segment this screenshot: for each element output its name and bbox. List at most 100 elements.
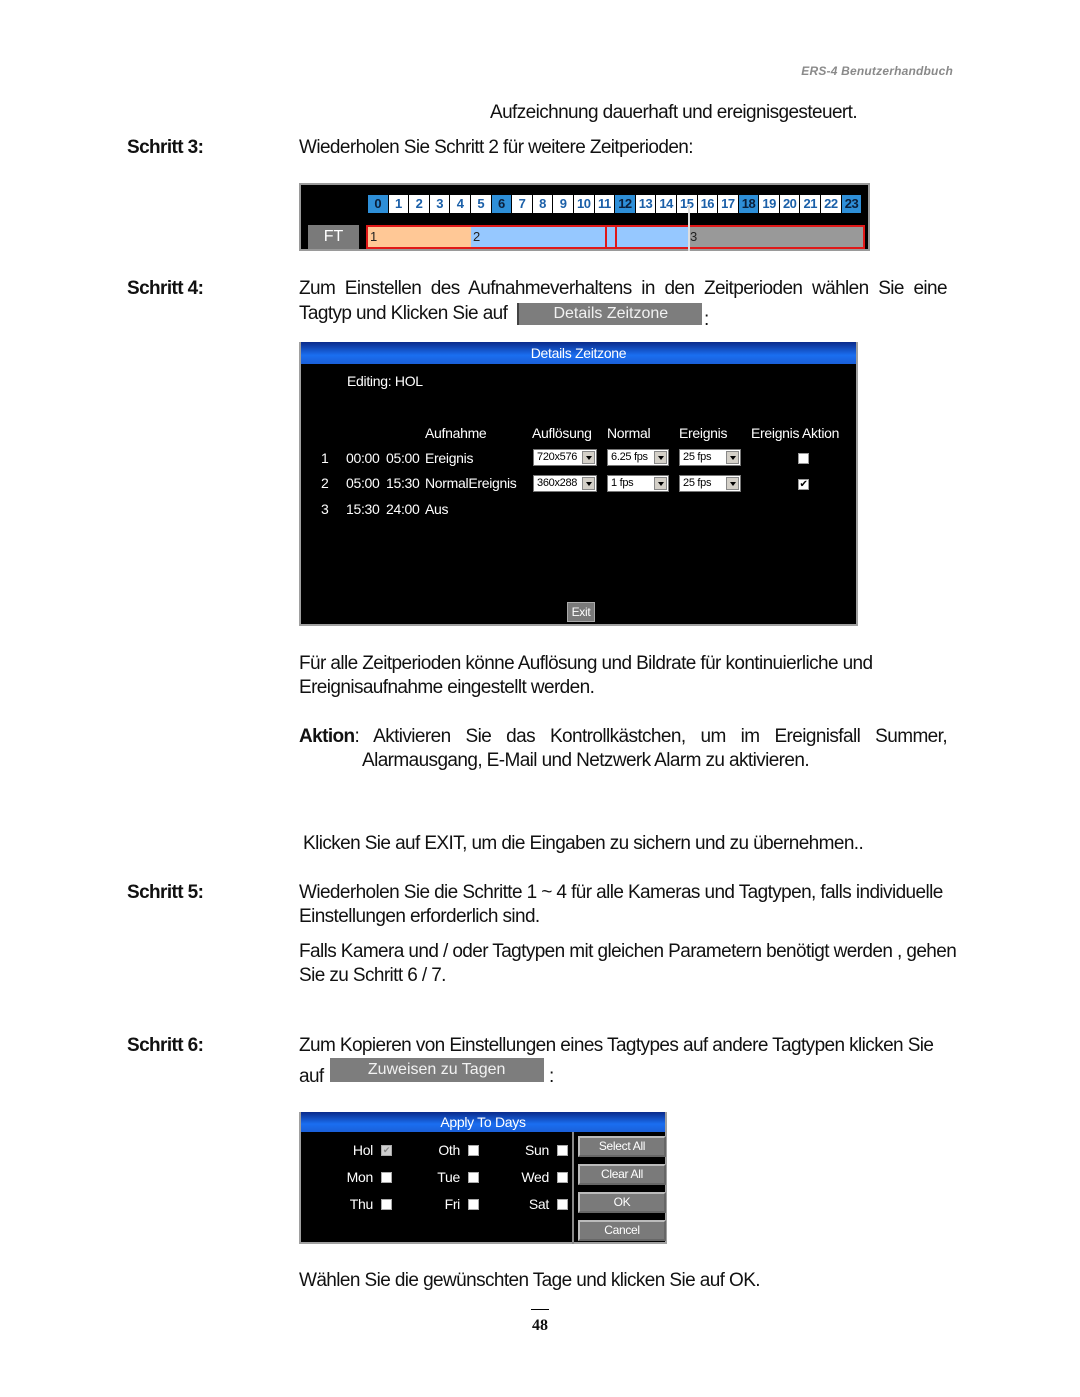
- aktion-line1: Aktion: Aktivieren Sie das Kontrollkästc…: [299, 726, 948, 748]
- hour-cell-18[interactable]: 18: [738, 195, 759, 213]
- aktion-text-line2: Alarmausgang, E-Mail und Netzwerk Alarm …: [362, 750, 810, 771]
- hour-cell-22[interactable]: 22: [821, 195, 841, 213]
- period-segment-2[interactable]: 2: [471, 225, 688, 249]
- chevron-down-icon[interactable]: [582, 477, 595, 490]
- hour-cell-9[interactable]: 9: [553, 195, 573, 213]
- zuweisen-zu-tagen-button[interactable]: Zuweisen zu Tagen: [329, 1058, 544, 1082]
- hour-cell-8[interactable]: 8: [532, 195, 553, 213]
- select-all-button[interactable]: Select All: [578, 1136, 666, 1157]
- step5-line1: Wiederholen Sie die Schritte 1 ~ 4 für a…: [299, 882, 943, 903]
- hour-cell-4[interactable]: 4: [450, 195, 470, 213]
- hour-cell-14[interactable]: 14: [656, 195, 676, 213]
- hour-cell-21[interactable]: 21: [800, 195, 821, 213]
- hour-cell-19[interactable]: 19: [759, 195, 779, 213]
- period-segment-1[interactable]: 1: [368, 227, 471, 247]
- step4-label: Schritt 4:: [127, 278, 204, 299]
- step6-prefix: auf: [299, 1066, 324, 1087]
- event-fps-select[interactable]: 25 fps: [679, 449, 741, 466]
- document-header-title: ERS-4 Benutzerhandbuch: [801, 64, 953, 78]
- row-mode: Aus: [425, 501, 449, 517]
- chevron-down-icon[interactable]: [582, 451, 595, 464]
- page-number: 48: [532, 1317, 548, 1334]
- column-header-ereignis-aktion: Ereignis Aktion: [751, 425, 840, 441]
- row-mode: NormalEreignis: [425, 475, 517, 491]
- row-mode: Ereignis: [425, 450, 474, 466]
- day-checkbox-thu[interactable]: [381, 1199, 392, 1210]
- hour-cell-11[interactable]: 11: [594, 195, 615, 213]
- hour-cell-0[interactable]: 0: [368, 195, 388, 213]
- step5-label: Schritt 5:: [127, 882, 204, 903]
- row-number: 1: [321, 450, 329, 466]
- step4-text-line2-text: Tagtyp und Klicken Sie auf: [299, 303, 508, 324]
- day-label-oth: Oth: [438, 1142, 460, 1158]
- day-checkbox-hol: ✔: [381, 1145, 392, 1156]
- hour-cell-6[interactable]: 6: [491, 195, 512, 213]
- column-header-aufloesung: Auflösung: [532, 425, 592, 441]
- aktion-text-line1: : Aktivieren Sie das Kontrollkästchen, u…: [354, 726, 948, 747]
- final-note: Wählen Sie die gewünschten Tage und klic…: [299, 1270, 761, 1291]
- column-header-ereignis: Ereignis: [679, 425, 728, 441]
- normal-fps-select[interactable]: 6.25 fps: [607, 449, 669, 466]
- day-label-sun: Sun: [524, 1142, 549, 1158]
- hour-cell-16[interactable]: 16: [697, 195, 718, 213]
- hour-cell-15[interactable]: 15: [676, 195, 697, 213]
- period-drag-handle[interactable]: [605, 225, 617, 249]
- event-fps-value: 25 fps: [683, 477, 712, 489]
- day-type-button[interactable]: FT: [308, 225, 359, 249]
- ok-button[interactable]: OK: [578, 1192, 666, 1213]
- day-label-mon: Mon: [346, 1169, 374, 1185]
- day-checkbox-wed[interactable]: [557, 1172, 568, 1183]
- day-checkbox-oth[interactable]: [468, 1145, 479, 1156]
- resolution-para-line2: Ereignisaufnahme eingestellt werden.: [299, 677, 595, 698]
- step6-label: Schritt 6:: [127, 1035, 204, 1056]
- page-number-rule: [531, 1309, 549, 1310]
- resolution-select[interactable]: 720x576: [533, 449, 597, 466]
- period-label-3: 3: [690, 229, 698, 244]
- normal-fps-value: 6.25 fps: [611, 451, 648, 463]
- cancel-button[interactable]: Cancel: [578, 1220, 666, 1241]
- step4-suffix: :: [704, 309, 709, 330]
- hour-cell-20[interactable]: 20: [779, 195, 800, 213]
- day-label-thu: Thu: [349, 1196, 374, 1212]
- clear-all-button[interactable]: Clear All: [578, 1164, 666, 1185]
- row-end: 15:30: [386, 475, 420, 491]
- hour-cell-13[interactable]: 13: [635, 195, 656, 213]
- time-period-bar[interactable]: 1 2 3: [366, 225, 865, 249]
- day-checkbox-mon[interactable]: [381, 1172, 392, 1183]
- editing-label: Editing: HOL: [347, 373, 423, 389]
- resolution-select[interactable]: 360x288: [533, 475, 597, 492]
- exit-button[interactable]: Exit: [567, 602, 595, 622]
- event-action-checkbox[interactable]: [798, 453, 809, 464]
- time-cursor[interactable]: [688, 205, 690, 251]
- hour-cell-2[interactable]: 2: [409, 195, 429, 213]
- hour-cell-23[interactable]: 23: [841, 195, 862, 213]
- resolution-value: 360x288: [537, 477, 578, 489]
- day-checkbox-sun[interactable]: [557, 1145, 568, 1156]
- hour-cell-7[interactable]: 7: [512, 195, 532, 213]
- day-checkbox-sat[interactable]: [557, 1199, 568, 1210]
- details-zeitzone-button[interactable]: Details Zeitzone: [517, 303, 703, 325]
- chevron-down-icon[interactable]: [726, 477, 739, 490]
- hour-cell-5[interactable]: 5: [470, 195, 491, 213]
- hour-cell-17[interactable]: 17: [718, 195, 738, 213]
- day-checkbox-tue[interactable]: [468, 1172, 479, 1183]
- chevron-down-icon[interactable]: [654, 477, 667, 490]
- day-checkbox-fri[interactable]: [468, 1199, 479, 1210]
- dialog-title: Details Zeitzone: [301, 342, 856, 364]
- event-action-checkbox[interactable]: ✔: [798, 479, 809, 490]
- hour-cell-10[interactable]: 10: [573, 195, 594, 213]
- chevron-down-icon[interactable]: [654, 451, 667, 464]
- normal-fps-select[interactable]: 1 fps: [607, 475, 669, 492]
- hour-cell-12[interactable]: 12: [615, 195, 635, 213]
- day-label-sat: Sat: [528, 1196, 549, 1212]
- day-label-tue: Tue: [437, 1169, 460, 1185]
- chevron-down-icon[interactable]: [726, 451, 739, 464]
- column-header-normal: Normal: [607, 425, 651, 441]
- event-fps-select[interactable]: 25 fps: [679, 475, 741, 492]
- hour-cell-3[interactable]: 3: [429, 195, 450, 213]
- period-segment-3[interactable]: 3: [688, 227, 863, 247]
- row-number: 3: [321, 501, 329, 517]
- intro-line: Aufzeichnung dauerhaft und ereignisgeste…: [490, 102, 858, 123]
- hour-cell-1[interactable]: 1: [388, 195, 409, 213]
- step5-line3: Falls Kamera und / oder Tagtypen mit gle…: [299, 941, 957, 962]
